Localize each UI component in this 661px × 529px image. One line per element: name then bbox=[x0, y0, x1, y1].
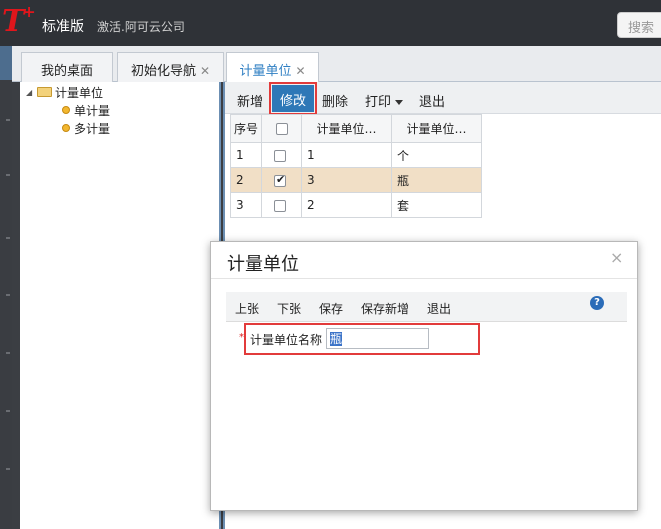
company-name: 激活.阿可云公司 bbox=[97, 20, 185, 34]
tab-init-guide[interactable]: 初始化导航 ✕ bbox=[117, 52, 224, 82]
row-name: 个 bbox=[391, 142, 482, 168]
unit-name-value: 瓶 bbox=[330, 332, 343, 346]
unit-edit-dialog: 计量单位 × 上张 下张 保存 保存新增 退出 ? * 计量单位名称 瓶 bbox=[210, 241, 638, 511]
top-bar: T+ 标准版 激活.阿可云公司 搜索 bbox=[0, 0, 661, 46]
help-icon[interactable]: ? bbox=[590, 296, 604, 310]
expand-triangle-icon[interactable]: ◢ bbox=[26, 88, 32, 97]
row-code: 3 bbox=[301, 167, 392, 193]
col-header-index: 序号 bbox=[230, 114, 262, 143]
col-header-checkbox[interactable] bbox=[261, 114, 302, 143]
edition-label: 标准版 bbox=[42, 19, 84, 35]
tab-units[interactable]: 计量单位 ✕ bbox=[226, 52, 319, 83]
rail-active-item[interactable] bbox=[0, 46, 12, 80]
row-checkbox-cell bbox=[261, 167, 302, 193]
rail-marker[interactable] bbox=[6, 119, 10, 121]
row-checkbox-cell bbox=[261, 142, 302, 168]
unit-name-label: 计量单位名称 bbox=[250, 333, 323, 347]
rail-marker[interactable] bbox=[6, 352, 10, 354]
row-checkbox[interactable] bbox=[274, 199, 286, 212]
left-rail bbox=[0, 46, 12, 529]
divider bbox=[211, 278, 637, 279]
edit-button[interactable]: 修改 bbox=[269, 82, 317, 115]
rail-marker[interactable] bbox=[6, 237, 10, 239]
leaf-dot-icon bbox=[62, 106, 70, 114]
next-button[interactable]: 下张 bbox=[277, 300, 301, 317]
save-button[interactable]: 保存 bbox=[319, 300, 343, 317]
dialog-title: 计量单位 bbox=[227, 254, 299, 275]
dialog-toolbar: 上张 下张 保存 保存新增 退出 ? bbox=[226, 292, 627, 322]
tab-bar: 我的桌面 初始化导航 ✕ 计量单位 ✕ bbox=[12, 46, 661, 83]
app-logo: T+ bbox=[2, 2, 36, 39]
select-all-checkbox[interactable] bbox=[275, 123, 288, 135]
row-code: 2 bbox=[301, 192, 392, 218]
save-new-button[interactable]: 保存新增 bbox=[361, 300, 409, 317]
leaf-dot-icon bbox=[62, 124, 70, 132]
col-header-code[interactable]: 计量单位… bbox=[301, 114, 392, 143]
table-header-row: 序号 计量单位… 计量单位… bbox=[230, 114, 482, 143]
rail-marker[interactable] bbox=[6, 174, 10, 176]
row-code: 1 bbox=[301, 142, 392, 168]
tab-my-desktop[interactable]: 我的桌面 bbox=[21, 52, 113, 82]
close-icon[interactable]: × bbox=[610, 248, 623, 267]
tree-item-multi[interactable]: 多计量 bbox=[74, 120, 110, 137]
row-index: 2 bbox=[230, 167, 262, 193]
chevron-down-icon bbox=[395, 100, 404, 105]
add-button[interactable]: 新增 bbox=[237, 91, 263, 110]
table-row[interactable]: 1 1 个 bbox=[230, 142, 482, 168]
units-table: 序号 计量单位… 计量单位… 1 1 个 2 3 瓶 3 2 套 bbox=[230, 114, 482, 218]
tree-item-single[interactable]: 单计量 bbox=[74, 102, 110, 119]
table-row[interactable]: 3 2 套 bbox=[230, 192, 482, 218]
category-tree: ◢ 计量单位 单计量 多计量 bbox=[20, 82, 221, 529]
close-icon[interactable]: ✕ bbox=[200, 64, 210, 78]
col-header-name[interactable]: 计量单位… bbox=[391, 114, 482, 143]
rail-marker[interactable] bbox=[6, 468, 10, 470]
prev-button[interactable]: 上张 bbox=[235, 300, 259, 317]
tab-label: 初始化导航 bbox=[130, 64, 196, 79]
folder-icon bbox=[37, 87, 52, 97]
table-row[interactable]: 2 3 瓶 bbox=[230, 167, 482, 193]
close-icon[interactable]: ✕ bbox=[295, 64, 305, 78]
rail-marker[interactable] bbox=[6, 294, 10, 296]
main-toolbar: 新增 修改 删除 打印 退出 bbox=[225, 82, 661, 115]
row-index: 3 bbox=[230, 192, 262, 218]
required-icon: * bbox=[239, 332, 244, 343]
row-name: 瓶 bbox=[391, 167, 482, 193]
row-index: 1 bbox=[230, 142, 262, 168]
delete-button[interactable]: 删除 bbox=[322, 91, 348, 110]
tab-label: 我的桌面 bbox=[40, 64, 93, 79]
tab-label: 计量单位 bbox=[239, 64, 292, 79]
exit-button[interactable]: 退出 bbox=[427, 300, 451, 317]
unit-name-input[interactable]: 瓶 bbox=[326, 328, 429, 349]
print-label: 打印 bbox=[365, 95, 392, 110]
exit-button[interactable]: 退出 bbox=[419, 91, 445, 110]
search-input[interactable]: 搜索 bbox=[617, 12, 661, 38]
row-checkbox[interactable] bbox=[274, 149, 286, 162]
row-checkbox[interactable] bbox=[274, 173, 286, 187]
row-checkbox-cell bbox=[261, 192, 302, 218]
print-button[interactable]: 打印 bbox=[365, 91, 404, 110]
tree-root-units[interactable]: 计量单位 bbox=[55, 84, 103, 101]
rail-marker[interactable] bbox=[6, 410, 10, 412]
row-name: 套 bbox=[391, 192, 482, 218]
